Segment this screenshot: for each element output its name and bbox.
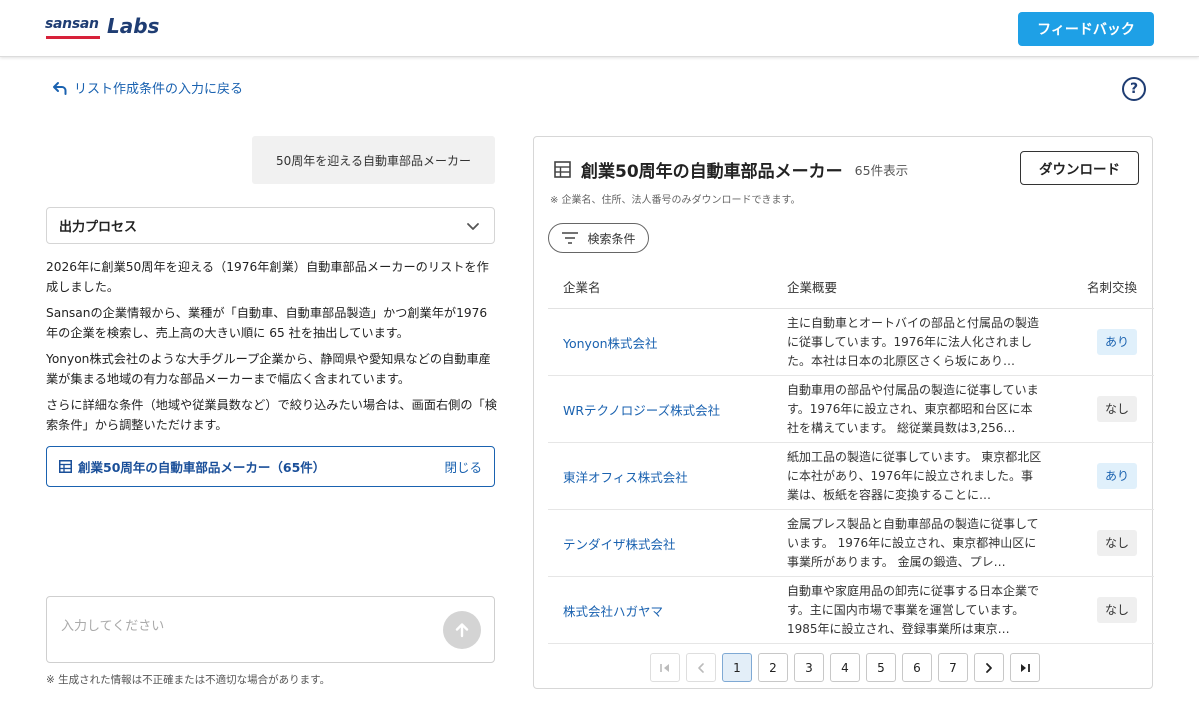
app-header: sansan Labs フィードバック bbox=[0, 0, 1199, 57]
panel-title: 創業50周年の自動車部品メーカー 65件表示 bbox=[554, 157, 908, 182]
page-button[interactable]: 6 bbox=[902, 653, 932, 682]
company-name-link[interactable]: 東洋オフィス株式会社 bbox=[548, 467, 772, 486]
response-paragraph: さらに詳細な条件（地域や従業員数など）で絞り込みたい場合は、画面右側の「検索条件… bbox=[46, 398, 497, 432]
last-page-icon bbox=[1021, 663, 1030, 672]
first-page-button[interactable] bbox=[650, 653, 680, 682]
user-query-bubble: 50周年を迎える自動車部品メーカー bbox=[252, 136, 495, 184]
search-conditions-label: 検索条件 bbox=[587, 231, 636, 246]
company-name-link[interactable]: 株式会社ハガヤマ bbox=[548, 601, 772, 620]
disclaimer-text: ※ 生成された情報は不正確または不適切な場合があります。 bbox=[46, 674, 331, 686]
chevron-down-icon bbox=[467, 222, 479, 230]
output-process-accordion[interactable]: 出力プロセス bbox=[46, 207, 495, 244]
company-name-link[interactable]: Yonyon株式会社 bbox=[548, 333, 772, 352]
table-header: 企業名 企業概要 名刺交換 bbox=[548, 265, 1154, 309]
user-query-text: 50周年を迎える自動車部品メーカー bbox=[276, 153, 471, 168]
table-row: WRテクノロジーズ株式会社 自動車用の部品や付属品の製造に従事しています。197… bbox=[548, 376, 1154, 443]
response-paragraph: Sansanの企業情報から、業種が「自動車、自動車部品製造」かつ創業年が1976… bbox=[46, 306, 488, 340]
company-summary: 紙加工品の製造に従事しています。 東京都北区に本社があり、1976年に設立されま… bbox=[787, 449, 1042, 502]
page-button[interactable]: 3 bbox=[794, 653, 824, 682]
logo-labs-text: Labs bbox=[107, 14, 160, 38]
card-exchange-cell: あり bbox=[1072, 329, 1154, 355]
table-icon bbox=[59, 460, 72, 473]
company-summary: 自動車用の部品や付属品の製造に従事しています。1976年に設立され、東京都昭和台… bbox=[787, 382, 1039, 435]
table-row: Yonyon株式会社 主に自動車とオートバイの部品と付属品の製造に従事しています… bbox=[548, 309, 1154, 376]
response-paragraph: 2026年に創業50周年を迎える（1976年創業）自動車部品メーカーのリストを作… bbox=[46, 260, 489, 294]
card-exchange-cell: なし bbox=[1072, 597, 1154, 623]
panel-title-text: 創業50周年の自動車部品メーカー bbox=[581, 162, 843, 182]
card-exchange-badge: なし bbox=[1097, 396, 1138, 422]
filter-icon bbox=[562, 232, 579, 244]
page-button[interactable]: 4 bbox=[830, 653, 860, 682]
card-exchange-cell: なし bbox=[1072, 530, 1154, 556]
chevron-right-icon bbox=[986, 662, 992, 673]
table-row: 東洋オフィス株式会社 紙加工品の製造に従事しています。 東京都北区に本社があり、… bbox=[548, 443, 1154, 510]
chevron-left-icon bbox=[698, 662, 704, 673]
card-exchange-badge: あり bbox=[1097, 463, 1138, 489]
card-exchange-badge: あり bbox=[1097, 329, 1138, 355]
chat-input-box bbox=[46, 596, 495, 663]
chat-input[interactable] bbox=[61, 619, 421, 634]
page-button[interactable]: 5 bbox=[866, 653, 896, 682]
pagination: 1 2 3 4 5 6 7 bbox=[650, 653, 1040, 682]
help-label: ? bbox=[1129, 81, 1139, 97]
help-icon[interactable]: ? bbox=[1122, 77, 1146, 101]
next-page-button[interactable] bbox=[974, 653, 1004, 682]
download-note: ※ 企業名、住所、法人番号のみダウンロードできます。 bbox=[550, 195, 801, 206]
download-button[interactable]: ダウンロード bbox=[1020, 151, 1139, 185]
page-button[interactable]: 7 bbox=[938, 653, 968, 682]
arrow-up-icon bbox=[455, 623, 469, 638]
column-header-company-name: 企業名 bbox=[563, 280, 601, 295]
assistant-response: 2026年に創業50周年を迎える（1976年創業）自動車部品メーカーのリストを作… bbox=[46, 258, 498, 442]
search-conditions-button[interactable]: 検索条件 bbox=[548, 223, 649, 253]
card-exchange-cell: なし bbox=[1072, 396, 1154, 422]
table-row: テンダイザ株式会社 金属プレス製品と自動車部品の製造に従事しています。 1976… bbox=[548, 510, 1154, 577]
back-to-conditions-link[interactable]: リスト作成条件の入力に戻る bbox=[52, 78, 243, 97]
logo-sansan-text: sansan bbox=[45, 16, 99, 32]
result-list-link[interactable]: 創業50周年の自動車部品メーカー（65件） 閉じる bbox=[46, 446, 495, 487]
company-table: 企業名 企業概要 名刺交換 Yonyon株式会社 主に自動車とオートバイの部品と… bbox=[548, 265, 1154, 644]
output-process-title: 出力プロセス bbox=[59, 220, 138, 235]
logo-underline bbox=[46, 36, 100, 39]
company-summary: 自動車や家庭用品の卸売に従事する日本企業です。主に国内市場で事業を運営しています… bbox=[787, 583, 1040, 636]
send-button[interactable] bbox=[443, 611, 481, 649]
company-summary: 金属プレス製品と自動車部品の製造に従事しています。 1976年に設立され、東京都… bbox=[787, 516, 1039, 569]
back-link-label: リスト作成条件の入力に戻る bbox=[74, 82, 244, 97]
column-header-card-exchange: 名刺交換 bbox=[1087, 280, 1138, 295]
card-exchange-badge: なし bbox=[1097, 597, 1138, 623]
first-page-icon bbox=[660, 663, 669, 672]
result-close-button[interactable]: 閉じる bbox=[444, 457, 482, 476]
company-summary: 主に自動車とオートバイの部品と付属品の製造に従事しています。1976年に法人化さ… bbox=[787, 315, 1040, 368]
page-button[interactable]: 1 bbox=[722, 653, 752, 682]
feedback-button[interactable]: フィードバック bbox=[1018, 12, 1154, 46]
result-panel: 創業50周年の自動車部品メーカー 65件表示 ダウンロード ※ 企業名、住所、法… bbox=[533, 136, 1154, 689]
card-exchange-cell: あり bbox=[1072, 463, 1154, 489]
card-exchange-badge: なし bbox=[1097, 530, 1138, 556]
response-paragraph: Yonyon株式会社のような大手グループ企業から、静岡県や愛知県などの自動車産業… bbox=[46, 352, 491, 386]
back-arrow-icon bbox=[53, 81, 67, 95]
last-page-button[interactable] bbox=[1010, 653, 1040, 682]
table-row: 株式会社ハガヤマ 自動車や家庭用品の卸売に従事する日本企業です。主に国内市場で事… bbox=[548, 577, 1154, 644]
result-count: 65件表示 bbox=[854, 163, 909, 178]
company-name-link[interactable]: WRテクノロジーズ株式会社 bbox=[548, 400, 772, 419]
column-header-summary: 企業概要 bbox=[787, 280, 838, 295]
prev-page-button[interactable] bbox=[686, 653, 716, 682]
page-button[interactable]: 2 bbox=[758, 653, 788, 682]
result-link-left: 創業50周年の自動車部品メーカー（65件） bbox=[59, 457, 325, 476]
table-icon bbox=[554, 161, 571, 178]
company-name-link[interactable]: テンダイザ株式会社 bbox=[548, 534, 772, 553]
result-link-label: 創業50周年の自動車部品メーカー（65件） bbox=[78, 460, 326, 475]
